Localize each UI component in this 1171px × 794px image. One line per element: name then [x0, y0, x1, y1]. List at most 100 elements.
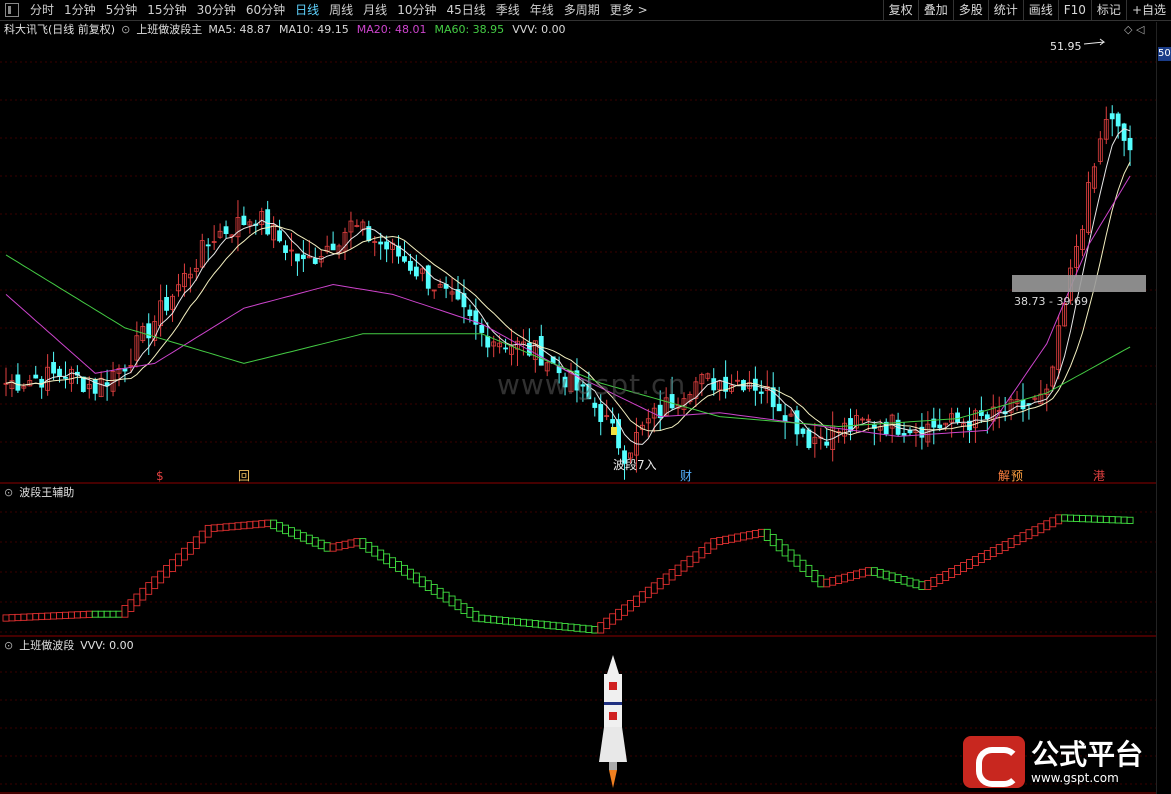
aux-step [389, 557, 397, 569]
high-price-label: 51.95 [1050, 40, 1082, 53]
toolbar-button-4[interactable]: 画线 [1022, 0, 1058, 21]
period-tab-7[interactable]: 周线 [324, 0, 358, 21]
aux-step [912, 579, 920, 589]
candle-body [901, 433, 907, 436]
aux-step [579, 624, 587, 633]
aux-step [638, 591, 646, 603]
candle-body [538, 335, 544, 366]
window-toggle-icon[interactable] [5, 3, 19, 17]
aux-step [186, 542, 194, 555]
period-tab-9[interactable]: 10分钟 [392, 0, 441, 21]
period-tab-5[interactable]: 60分钟 [241, 0, 290, 21]
period-tab-2[interactable]: 5分钟 [101, 0, 143, 21]
aux-step [989, 547, 997, 558]
candle-body [1115, 113, 1121, 127]
aux-step [490, 615, 498, 624]
aux-step [347, 539, 355, 548]
aux-step [704, 542, 712, 554]
aux-step [79, 611, 87, 619]
kline-chart[interactable]: 38.73 - 39.69 51.95 波段7入 $ 回 财 解预 港 [0, 22, 1156, 794]
aux-step [686, 555, 694, 568]
price-tag: 50 [1158, 47, 1171, 61]
candle-body [205, 244, 211, 247]
aux-step [1037, 523, 1045, 534]
period-tab-6[interactable]: 日线 [290, 0, 324, 21]
aux-step [573, 624, 581, 632]
rocket-nose [607, 655, 619, 674]
aux-step [73, 611, 81, 619]
aux-step [1055, 514, 1063, 525]
toolbar-button-6[interactable]: 标记 [1090, 0, 1126, 21]
aux-step [270, 519, 278, 530]
period-tab-4[interactable]: 30分钟 [192, 0, 241, 21]
aux-step [252, 520, 260, 529]
aux-step [942, 571, 950, 581]
toolbar-button-7[interactable]: +自选 [1125, 0, 1171, 21]
right-price-axis[interactable] [1156, 22, 1171, 794]
aux-step [1025, 529, 1033, 540]
aux-step [1049, 517, 1057, 528]
period-tab-12[interactable]: 年线 [525, 0, 559, 21]
period-tab-13[interactable]: 多周期 [559, 0, 605, 21]
period-tab-3[interactable]: 15分钟 [142, 0, 191, 21]
toolbar-button-1[interactable]: 叠加 [917, 0, 953, 21]
aux-step [1114, 516, 1122, 524]
aux-step [1013, 535, 1021, 546]
event-marker-3: 解 [998, 469, 1010, 483]
aux-step [478, 614, 486, 623]
candle-body [984, 414, 990, 420]
aux-step [930, 577, 938, 587]
candle-body [1020, 399, 1026, 410]
aux-step [983, 550, 991, 561]
aux-step [38, 612, 46, 621]
aux-step [163, 564, 171, 578]
candle-body [800, 428, 806, 434]
candle-body [598, 404, 604, 422]
aux-step [175, 553, 182, 567]
aux-step [365, 541, 373, 553]
candle-body [711, 378, 717, 391]
period-toolbar: 分时 1分钟 5分钟 15分钟 30分钟 60分钟 日线 周线 月线 10分钟 45日线 季线 年线 多周… [0, 0, 1171, 21]
aux-step [1120, 516, 1128, 524]
aux-step [240, 521, 248, 530]
gspt-logo: 公式平台 www.gspt.com [963, 733, 1168, 791]
period-tab-1[interactable]: 1分钟 [59, 0, 101, 21]
aux-step [585, 625, 593, 633]
period-tab-10[interactable]: 45日线 [441, 0, 490, 21]
aux-step [650, 582, 658, 594]
aux-step [888, 572, 896, 582]
aux-step [56, 612, 63, 620]
toolbar-button-5[interactable]: F10 [1057, 0, 1091, 21]
aux-step [936, 574, 944, 584]
aux-step [728, 534, 736, 543]
period-tab-14[interactable]: 更多 > [605, 0, 653, 21]
candle-body [283, 245, 288, 253]
candle-body [937, 424, 943, 429]
aux-step [858, 568, 866, 578]
aux-step [864, 567, 872, 576]
aux-step [377, 549, 385, 561]
aux-step [401, 564, 408, 576]
aux-step [448, 595, 456, 607]
aux-step [371, 545, 379, 557]
rocket-fins [599, 727, 627, 762]
rocket-window [609, 682, 617, 690]
aux-step [531, 620, 539, 628]
aux-step [632, 595, 640, 607]
aux-step [91, 610, 99, 618]
toolbar-button-0[interactable]: 复权 [882, 0, 918, 21]
period-tab-0[interactable]: 分时 [25, 0, 59, 21]
aux-step [567, 623, 575, 632]
aux-step [906, 577, 914, 587]
aux-step [1067, 514, 1075, 522]
event-marker-4: 预 [1011, 469, 1023, 483]
candle-body [378, 241, 384, 245]
aux-step [14, 613, 22, 622]
aux-step [323, 542, 331, 552]
period-tab-8[interactable]: 月线 [358, 0, 392, 21]
toolbar-button-3[interactable]: 统计 [987, 0, 1023, 21]
period-tab-11[interactable]: 季线 [491, 0, 525, 21]
aux-step [317, 539, 325, 550]
toolbar-button-2[interactable]: 多股 [952, 0, 988, 21]
aux-step [2, 614, 10, 622]
